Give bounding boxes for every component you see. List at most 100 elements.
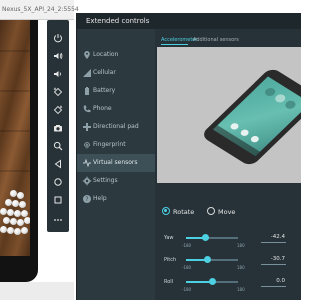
phone-icon <box>83 105 91 113</box>
emulator-toolbar <box>47 20 69 232</box>
battery-icon <box>85 87 89 95</box>
location-icon <box>84 51 90 59</box>
virtual-sensors-panel: Accelerometer Additional sensors Rotate … <box>155 29 301 300</box>
slider-max: 180 <box>237 243 245 248</box>
slider-label: Roll <box>164 279 174 285</box>
ball <box>21 210 28 217</box>
slider-label: Pitch <box>164 257 177 263</box>
emulator-title: Nexus_5X_API_24_2:5554 <box>2 6 79 13</box>
tab-accelerometer[interactable]: Accelerometer <box>161 37 197 43</box>
slider-thumb[interactable] <box>208 278 216 285</box>
volume-up-icon <box>54 52 63 60</box>
rotate-left-button[interactable] <box>47 84 69 100</box>
ball <box>10 218 17 225</box>
volume-down-button[interactable] <box>47 66 69 82</box>
sidebar-item-settings[interactable]: Settings <box>77 172 155 190</box>
wood-grain <box>0 90 30 92</box>
more-icon <box>54 219 62 221</box>
ball <box>0 208 7 215</box>
home-button[interactable] <box>47 174 69 190</box>
yaw-value[interactable]: -42.4 <box>261 234 285 240</box>
sidebar-item-label: Location <box>93 51 119 58</box>
ball <box>12 200 19 207</box>
ball <box>14 228 21 235</box>
sidebar: Location Cellular Battery Phone Directio… <box>77 29 155 300</box>
phone-screen[interactable] <box>0 20 30 256</box>
sidebar-item-virtual-sensors[interactable]: Virtual sensors <box>77 154 155 172</box>
ball <box>14 210 21 217</box>
sidebar-item-help[interactable]: ? Help <box>77 190 155 208</box>
roll-slider[interactable] <box>186 278 238 285</box>
emulated-phone[interactable] <box>0 20 38 282</box>
extended-controls-titlebar: Extended controls <box>77 13 301 29</box>
yaw-slider[interactable] <box>186 234 238 241</box>
pitch-slider-row: Pitch -180 180 -30.7 <box>155 253 301 275</box>
pitch-slider[interactable] <box>186 256 238 263</box>
rotate-right-icon <box>53 105 63 115</box>
pitch-value[interactable]: -30.7 <box>261 256 285 262</box>
emulator-titlebar: Nexus_5X_API_24_2:5554 <box>0 0 79 20</box>
extended-controls-window: Extended controls Location Cellular Batt… <box>76 13 301 300</box>
zoom-button[interactable] <box>47 138 69 154</box>
rotate-right-button[interactable] <box>47 102 69 118</box>
sidebar-item-directional-pad[interactable]: Directional pad <box>77 118 155 136</box>
sidebar-item-cellular[interactable]: Cellular <box>77 64 155 82</box>
slider-min: -180 <box>182 265 192 270</box>
wood-grain <box>0 130 30 132</box>
rotate-radio[interactable] <box>162 207 170 215</box>
slider-min: -180 <box>182 243 192 248</box>
more-button[interactable] <box>47 212 69 228</box>
ball <box>10 190 17 197</box>
phone-3d-model <box>204 69 301 165</box>
slider-thumb[interactable] <box>202 234 210 241</box>
settings-icon <box>82 176 92 186</box>
ball <box>17 219 24 226</box>
power-button[interactable] <box>47 30 69 46</box>
move-radio-label[interactable]: Move <box>218 208 235 216</box>
rotate-left-icon <box>53 87 63 97</box>
power-icon <box>54 34 62 43</box>
back-icon <box>54 159 61 169</box>
yaw-slider-row: Yaw -180 180 -42.4 <box>155 231 301 253</box>
ball <box>7 209 14 216</box>
sidebar-item-label: Virtual sensors <box>93 159 138 166</box>
rotate-radio-label[interactable]: Rotate <box>173 208 194 216</box>
sidebar-item-label: Fingerprint <box>93 141 126 148</box>
device-orientation-preview[interactable] <box>157 47 301 183</box>
move-radio[interactable] <box>207 207 215 215</box>
overview-button[interactable] <box>47 192 69 208</box>
fingerprint-icon <box>84 142 90 149</box>
overview-icon <box>54 196 62 204</box>
screenshot-button[interactable] <box>47 120 69 136</box>
svg-text:?: ? <box>85 196 88 203</box>
sidebar-item-phone[interactable]: Phone <box>77 100 155 118</box>
dpad-icon <box>83 123 91 131</box>
ball <box>19 201 26 208</box>
slider-max: 180 <box>237 265 245 270</box>
cellular-icon <box>83 69 91 77</box>
help-icon: ? <box>83 195 91 203</box>
ball <box>7 227 14 234</box>
slider-max: 180 <box>237 287 245 292</box>
tab-additional-sensors[interactable]: Additional sensors <box>193 37 239 43</box>
active-tab-indicator <box>161 44 188 45</box>
slider-thumb[interactable] <box>204 256 212 263</box>
wood-grain <box>0 170 30 172</box>
roll-value[interactable]: 0.0 <box>261 278 285 284</box>
ball <box>0 226 7 233</box>
window-title: Extended controls <box>86 17 150 25</box>
sidebar-item-location[interactable]: Location <box>77 46 155 64</box>
sidebar-item-fingerprint[interactable]: Fingerprint <box>77 136 155 154</box>
ball <box>3 217 10 224</box>
sidebar-item-label: Cellular <box>93 69 116 76</box>
value-underline <box>261 242 286 243</box>
back-button[interactable] <box>47 156 69 172</box>
ball <box>21 227 28 234</box>
sidebar-item-battery[interactable]: Battery <box>77 82 155 100</box>
volume-down-icon <box>54 71 61 77</box>
sidebar-item-label: Phone <box>93 105 112 112</box>
roll-slider-row: Roll -180 180 0.0 <box>155 275 301 297</box>
ball <box>17 192 24 199</box>
volume-up-button[interactable] <box>47 48 69 64</box>
value-underline <box>261 286 286 287</box>
